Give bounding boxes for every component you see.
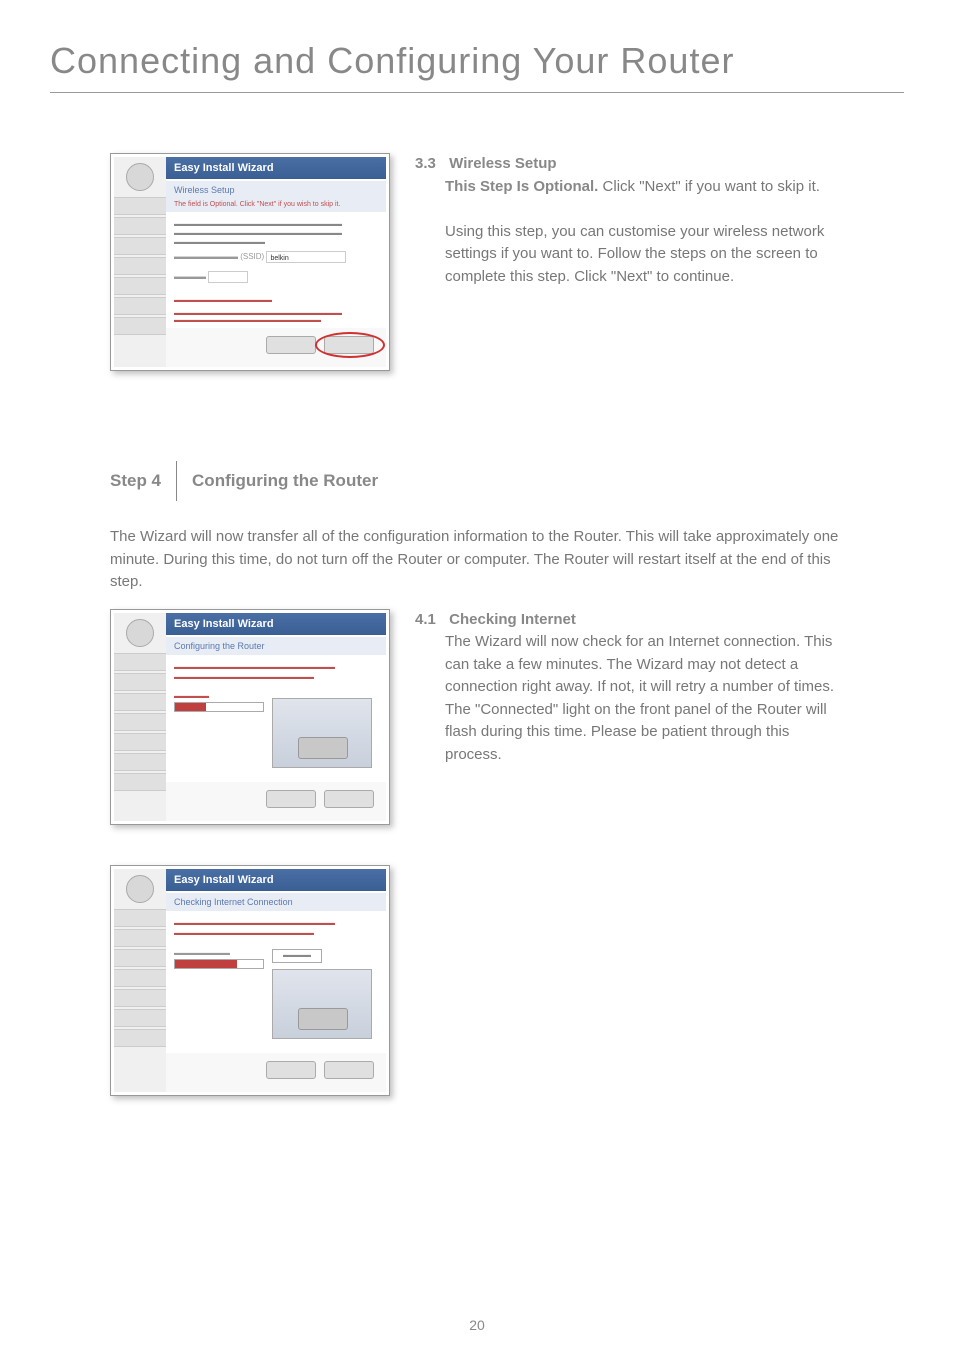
wizard-body: ▬▬▬▬▬▬▬▬▬▬▬▬▬▬▬▬▬▬▬▬▬▬▬▬▬▬▬▬▬▬▬▬▬▬▬▬▬▬▬▬…: [166, 655, 386, 783]
progress-bar: [174, 959, 264, 969]
progress-fill: [175, 960, 237, 968]
step-body-text: The Wizard will now check for an Interne…: [445, 631, 844, 766]
step-title: Wireless Setup: [449, 155, 556, 172]
page-title: Connecting and Configuring Your Router: [50, 40, 904, 93]
wizard-nav-item: [114, 713, 166, 731]
wizard-sidebar: [114, 157, 166, 367]
wizard-logo-icon: [126, 875, 154, 903]
wizard-nav-item: [114, 909, 166, 927]
wizard-next-button[interactable]: [324, 790, 374, 808]
wizard-back-button[interactable]: [266, 336, 316, 354]
step-4-intro-text: The Wizard will now transfer all of the …: [110, 526, 844, 594]
wizard-button-row: [166, 782, 386, 821]
wizard-channel-input[interactable]: [208, 271, 248, 283]
step-lead-rest: Click "Next" if you want to skip it.: [598, 178, 820, 195]
progress-bar: [174, 702, 264, 712]
step-number: 4.1: [415, 609, 445, 632]
wizard-back-button[interactable]: [266, 1061, 316, 1079]
wizard-body: ▬▬▬▬▬▬▬▬▬▬▬▬▬▬▬▬▬▬▬▬▬▬▬▬▬▬▬▬▬▬▬▬▬▬▬▬▬▬▬▬…: [166, 911, 386, 1052]
wizard-subtitle: Wireless Setup: [166, 181, 386, 199]
wizard-warning-text: ▬▬▬▬▬▬▬▬▬▬▬▬▬▬▬▬▬▬▬▬▬▬▬▬▬▬▬▬▬▬▬▬▬▬▬▬▬▬▬▬…: [166, 306, 386, 328]
wizard-red-note: ▬▬▬▬▬▬▬▬▬▬▬▬▬▬: [166, 295, 386, 306]
wizard-nav-item: [114, 237, 166, 255]
router-image: [272, 698, 372, 768]
wizard-back-button[interactable]: [266, 790, 316, 808]
wizard-nav-item: [114, 653, 166, 671]
wizard-next-button[interactable]: [324, 1061, 374, 1079]
section-4-1-text: 4.1 Checking Internet The Wizard will no…: [415, 609, 844, 826]
section-3-3-text: 3.3 Wireless Setup This Step Is Optional…: [415, 153, 844, 371]
wizard-nav-item: [114, 693, 166, 711]
wizard-title: Easy Install Wizard: [166, 869, 386, 891]
wizard-title: Easy Install Wizard: [166, 157, 386, 179]
router-image: [272, 969, 372, 1039]
wizard-nav-item: [114, 673, 166, 691]
wizard-subtitle: Configuring the Router: [166, 637, 386, 655]
wizard-nav-item: [114, 989, 166, 1007]
wizard-nav-item: [114, 217, 166, 235]
section-4-1: Easy Install Wizard Configuring the Rout…: [50, 609, 904, 826]
wizard-sidebar: [114, 869, 166, 1091]
wizard-nav-item: [114, 257, 166, 275]
wizard-button-row: [166, 1053, 386, 1092]
section-3-3: Easy Install Wizard Wireless Setup The f…: [50, 153, 904, 371]
wizard-nav-item: [114, 733, 166, 751]
wizard-nav-item: [114, 1009, 166, 1027]
wizard-optional-note: The field is Optional. Click "Next" if y…: [166, 199, 386, 212]
step-4-intro: The Wizard will now transfer all of the …: [50, 526, 904, 594]
step-4-label: Step 4: [110, 471, 176, 491]
section-screenshot-3: Easy Install Wizard Checking Internet Co…: [50, 865, 904, 1095]
router-front-icon: [298, 1008, 348, 1030]
wizard-nav-item: [114, 969, 166, 987]
wizard-title: Easy Install Wizard: [166, 613, 386, 635]
wizard-nav-item: [114, 317, 166, 335]
wizard-nav-item: [114, 929, 166, 947]
screenshot-wireless-setup: Easy Install Wizard Wireless Setup The f…: [110, 153, 390, 371]
wizard-subtitle: Checking Internet Connection: [166, 893, 386, 911]
step-4-divider: Configuring the Router: [176, 461, 378, 501]
wizard-next-button[interactable]: [324, 336, 374, 354]
screenshot-checking-internet: Easy Install Wizard Checking Internet Co…: [110, 865, 390, 1095]
wizard-nav-item: [114, 197, 166, 215]
wizard-nav-item: [114, 1029, 166, 1047]
wizard-channel-row: ▬▬▬▬: [174, 267, 378, 287]
wizard-nav-item: [114, 277, 166, 295]
step-title: Checking Internet: [449, 611, 576, 628]
wizard-nav-item: [114, 297, 166, 315]
wizard-nav-item: [114, 773, 166, 791]
step-4-title: Configuring the Router: [192, 471, 378, 491]
wizard-nav-item: [114, 949, 166, 967]
step-4-heading: Step 4 Configuring the Router: [50, 461, 904, 501]
wizard-nav-item: [114, 753, 166, 771]
step-body-text: Using this step, you can customise your …: [445, 221, 844, 289]
wizard-button-row: [166, 328, 386, 367]
screenshot-configuring-router: Easy Install Wizard Configuring the Rout…: [110, 609, 390, 826]
wizard-ssid-row: ▬▬▬▬▬▬▬▬ (SSID) belkin: [174, 247, 378, 267]
step-lead-text: This Step Is Optional. Click "Next" if y…: [445, 176, 844, 199]
step-number: 3.3: [415, 153, 445, 176]
wizard-ssid-input[interactable]: belkin: [266, 251, 346, 263]
progress-fill: [175, 703, 206, 711]
page-number: 20: [469, 1317, 485, 1333]
connected-label: ▬▬▬▬: [272, 949, 322, 963]
wizard-logo-icon: [126, 619, 154, 647]
router-front-icon: [298, 737, 348, 759]
wizard-body-text: ▬▬▬▬▬▬▬▬▬▬▬▬▬▬▬▬▬▬▬▬▬▬▬▬▬▬▬▬▬▬▬▬▬▬▬▬▬▬▬▬…: [166, 212, 386, 295]
wizard-logo-icon: [126, 163, 154, 191]
step-lead-bold: This Step Is Optional.: [445, 178, 598, 195]
wizard-sidebar: [114, 613, 166, 822]
highlight-ellipse-icon: [315, 332, 385, 358]
